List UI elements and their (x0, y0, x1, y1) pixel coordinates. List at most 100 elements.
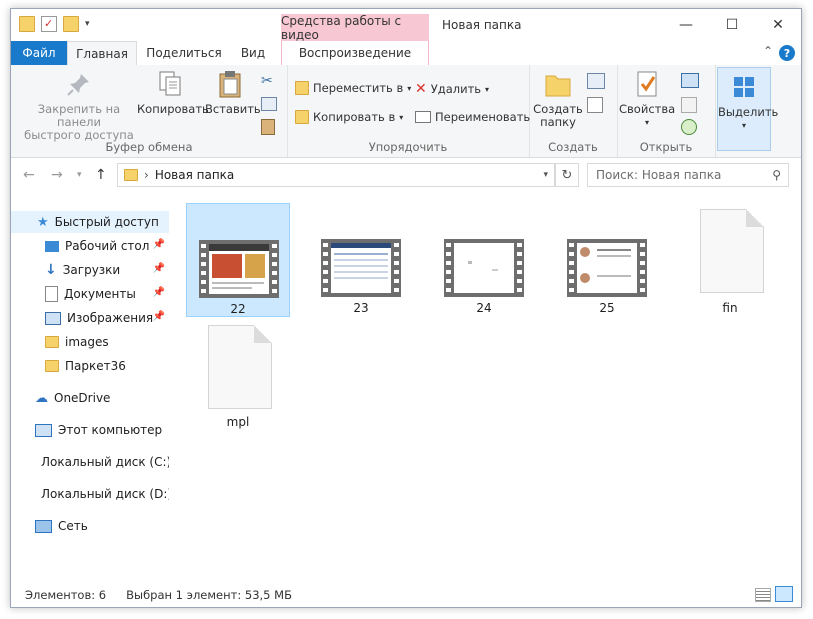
properties-label: Свойства (619, 102, 676, 116)
context-tab-header: Средства работы с видео (281, 14, 429, 42)
details-view-icon[interactable] (755, 588, 771, 602)
selection-info: Выбран 1 элемент: 53,5 МБ (126, 588, 292, 602)
nav-item-downloads[interactable]: ↓ Загрузки 📌 (11, 259, 169, 281)
pin-icon[interactable]: 📌 (153, 311, 165, 322)
group-open: Свойства ▾ Открыть (617, 65, 716, 157)
film-hole (323, 261, 328, 265)
nav-label: Рабочий стол (65, 239, 150, 253)
properties-button[interactable]: Свойства ▾ (619, 69, 675, 129)
new-item-icon[interactable] (587, 73, 605, 89)
download-icon: ↓ (45, 262, 57, 278)
search-icon[interactable]: ⚲ (772, 168, 781, 182)
file-item-23[interactable]: 23 (309, 203, 413, 317)
properties-check-icon[interactable]: ✓ (41, 16, 57, 32)
film-hole (640, 288, 645, 292)
nav-label: Паркет36 (65, 359, 126, 373)
up-arrow-icon[interactable]: ↑ (95, 167, 107, 183)
pin-icon (64, 69, 94, 99)
close-button[interactable]: ✕ (755, 9, 801, 41)
film-hole (569, 279, 574, 283)
file-name: 24 (476, 301, 492, 315)
maximize-button[interactable]: ☐ (709, 9, 755, 41)
back-arrow-icon[interactable]: ← (23, 167, 35, 183)
minimize-button[interactable]: — (663, 9, 709, 41)
nav-item-parket36[interactable]: Паркет36 (11, 355, 169, 377)
address-bar[interactable]: › Новая папка ▾ (117, 163, 555, 187)
film-hole (517, 270, 522, 274)
quick-access-toolbar: ✓ ▾ (19, 16, 90, 32)
history-icon[interactable] (681, 119, 697, 135)
chevron-down-icon: ▾ (407, 83, 412, 93)
pin-icon[interactable]: 📌 (153, 239, 165, 250)
select-all-icon (729, 72, 759, 102)
file-item-25[interactable]: 25 (555, 203, 659, 317)
nav-item-documents[interactable]: Документы 📌 (11, 283, 169, 305)
film-hole (446, 243, 451, 247)
open-icon[interactable] (681, 73, 699, 88)
copy-to-button[interactable]: Копировать в ▾ (295, 110, 403, 124)
title-bar: ✓ ▾ Средства работы с видео Новая папка … (11, 9, 801, 42)
breadcrumb[interactable]: Новая папка (155, 168, 234, 182)
help-icon[interactable]: ? (779, 45, 795, 61)
tab-file[interactable]: Файл (11, 41, 67, 65)
breadcrumb-separator-icon: › (144, 168, 149, 182)
address-dropdown-icon[interactable]: ▾ (543, 170, 548, 180)
film-hole (569, 252, 574, 256)
new-folder-button[interactable]: Создать папку (533, 69, 583, 129)
move-to-button[interactable]: Переместить в ▾ (295, 81, 411, 95)
nav-label: Локальный диск (C:) (41, 455, 169, 469)
file-item-22[interactable]: 22 (186, 203, 290, 317)
large-icons-view-icon[interactable] (775, 586, 793, 602)
folder-icon (19, 16, 35, 32)
search-input[interactable]: Поиск: Новая папка ⚲ (587, 163, 789, 187)
edit-icon[interactable] (681, 97, 697, 113)
paste-button[interactable]: Вставить (205, 69, 261, 116)
copy-button[interactable]: Копировать (137, 69, 209, 116)
select-button[interactable]: Выделить ▾ (717, 67, 778, 151)
delete-button[interactable]: ✕ Удалить ▾ (415, 81, 489, 97)
nav-network[interactable]: Сеть (11, 515, 169, 537)
collapse-ribbon-icon[interactable]: ⌃ (763, 44, 773, 58)
tab-view[interactable]: Вид (233, 41, 273, 65)
group-organize: Переместить в ▾ Копировать в ▾ ✕ Удалить… (287, 65, 530, 157)
copy-path-icon[interactable] (261, 97, 277, 111)
navigation-pane: ★ Быстрый доступ Рабочий стол 📌 ↓ Загруз… (11, 195, 169, 583)
file-item-24[interactable]: 24 (432, 203, 536, 317)
customize-qat-icon[interactable]: ▾ (85, 19, 90, 29)
film-hole (446, 270, 451, 274)
nav-disk-c[interactable]: Локальный диск (C:) (11, 451, 169, 473)
nav-quick-access[interactable]: ★ Быстрый доступ (11, 211, 169, 233)
file-name: 22 (230, 302, 246, 316)
film-hole (569, 270, 574, 274)
nav-onedrive[interactable]: ☁ OneDrive (11, 387, 169, 409)
nav-item-images[interactable]: images (11, 331, 169, 353)
film-hole (569, 243, 574, 247)
file-name: 23 (353, 301, 369, 315)
nav-item-pictures[interactable]: Изображения 📌 (11, 307, 169, 329)
easy-access-icon[interactable] (587, 97, 603, 113)
refresh-icon[interactable]: ↻ (555, 163, 579, 187)
pin-icon[interactable]: 📌 (153, 263, 165, 274)
forward-arrow-icon[interactable]: → (51, 167, 63, 183)
film-hole (569, 288, 574, 292)
rename-button[interactable]: Переименовать (415, 110, 530, 124)
recent-locations-icon[interactable]: ▾ (77, 170, 82, 180)
nav-disk-d[interactable]: Локальный диск (D:) (11, 483, 169, 505)
tab-playback[interactable]: Воспроизведение (281, 41, 429, 65)
new-folder-icon[interactable] (63, 16, 79, 32)
cut-icon[interactable]: ✂ (261, 73, 273, 89)
film-hole (272, 271, 277, 275)
tab-share[interactable]: Поделиться (141, 41, 227, 65)
film-hole (394, 288, 399, 292)
nav-item-desktop[interactable]: Рабочий стол 📌 (11, 235, 169, 257)
file-item-mpl[interactable]: mpl (186, 319, 290, 433)
film-hole (394, 270, 399, 274)
address-row: ← → ▾ ↑ › Новая папка ▾ ↻ Поиск: Новая п… (11, 158, 801, 194)
pin-icon[interactable]: 📌 (153, 287, 165, 298)
folder-icon (45, 336, 59, 348)
pin-quick-access-button[interactable]: Закрепить на панели быстрого доступа (17, 69, 141, 142)
paste-shortcut-icon[interactable] (261, 119, 275, 135)
nav-this-pc[interactable]: Этот компьютер (11, 419, 169, 441)
file-item-fin[interactable]: fin (678, 203, 782, 317)
tab-home[interactable]: Главная (67, 41, 137, 66)
